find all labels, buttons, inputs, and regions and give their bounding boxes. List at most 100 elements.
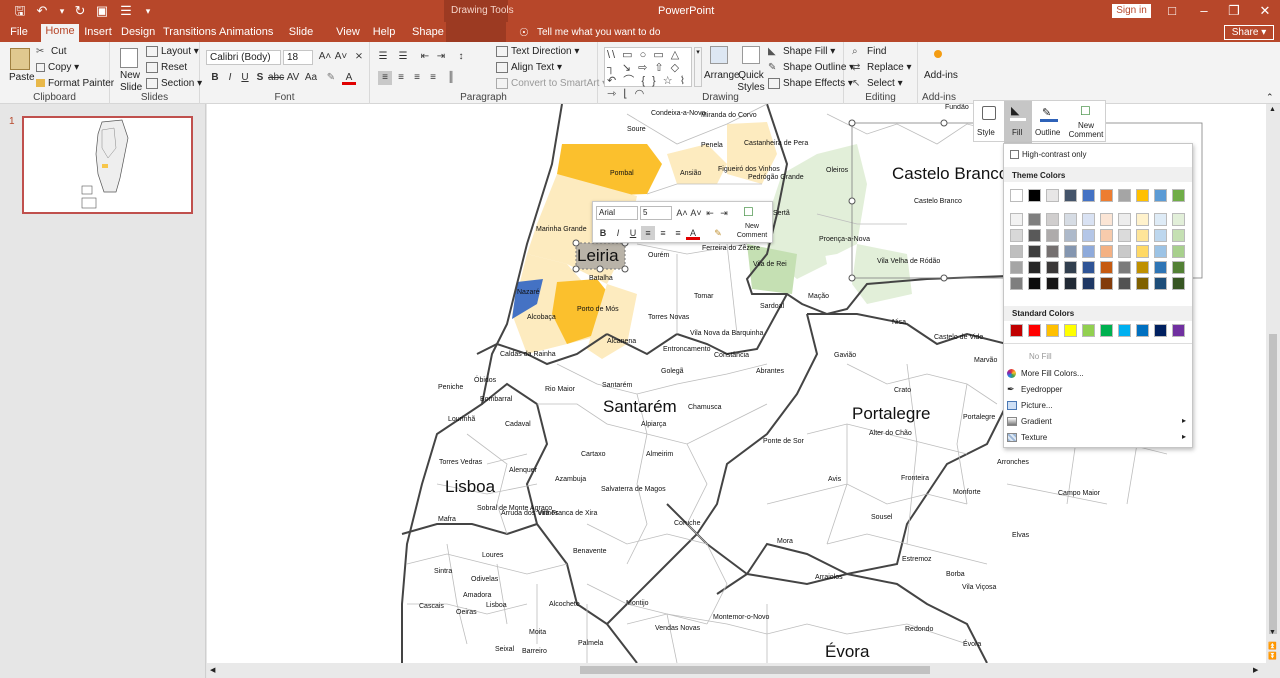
theme-color-swatch[interactable] bbox=[1100, 189, 1113, 202]
strikethrough-icon[interactable]: abc bbox=[268, 71, 284, 85]
increase-indent-icon[interactable]: ⇥ bbox=[434, 50, 448, 64]
theme-color-swatch[interactable] bbox=[1118, 189, 1131, 202]
tab-shape-format[interactable] bbox=[446, 22, 506, 42]
line-spacing-icon[interactable]: ↕ bbox=[454, 50, 468, 64]
shadow-icon[interactable]: S bbox=[253, 71, 267, 85]
theme-shade-swatch[interactable] bbox=[1082, 229, 1095, 242]
more-fill-colors-item[interactable]: More Fill Colors... bbox=[1004, 366, 1192, 381]
mini-align-center-icon[interactable]: ≡ bbox=[656, 226, 670, 240]
mini-bold-icon[interactable]: B bbox=[596, 226, 610, 240]
cut-button[interactable]: ✂ Cut bbox=[36, 46, 67, 58]
tab-file[interactable]: File bbox=[6, 25, 32, 42]
theme-shade-swatch[interactable] bbox=[1028, 213, 1041, 226]
redo-icon[interactable]: ↻ bbox=[72, 3, 88, 19]
font-size-combo[interactable]: 18 bbox=[283, 50, 313, 65]
tab-slide-show[interactable]: Slide Show bbox=[277, 25, 325, 53]
theme-shade-swatch[interactable] bbox=[1064, 229, 1077, 242]
bold-icon[interactable]: B bbox=[208, 71, 222, 85]
theme-shade-swatch[interactable] bbox=[1172, 277, 1185, 290]
share-button[interactable]: Share ▾ bbox=[1224, 25, 1274, 40]
undo-icon[interactable]: ↶ bbox=[34, 3, 50, 19]
standard-color-swatch[interactable] bbox=[1046, 324, 1059, 337]
outline-button[interactable]: ✎ Outline bbox=[1034, 101, 1064, 143]
tab-view[interactable]: Help bbox=[371, 25, 397, 42]
theme-shade-swatch[interactable] bbox=[1100, 277, 1113, 290]
theme-shade-swatch[interactable] bbox=[1136, 277, 1149, 290]
mini-new-comment-button[interactable]: New Comment bbox=[733, 222, 771, 240]
theme-color-swatch[interactable] bbox=[1154, 189, 1167, 202]
restore-icon[interactable]: ❐ bbox=[1226, 3, 1242, 19]
theme-shade-swatch[interactable] bbox=[1064, 245, 1077, 258]
theme-shade-swatch[interactable] bbox=[1082, 245, 1095, 258]
align-center-icon[interactable]: ≡ bbox=[394, 71, 408, 85]
shape-outline-button[interactable]: ✎ Shape Outline ▾ bbox=[768, 62, 854, 74]
align-right-icon[interactable]: ≡ bbox=[410, 71, 424, 85]
layout-button[interactable]: Layout ▾ bbox=[146, 46, 199, 58]
save-icon[interactable]: 🖫 bbox=[12, 3, 28, 19]
mini-underline-icon[interactable]: U bbox=[626, 226, 640, 240]
theme-shade-swatch[interactable] bbox=[1046, 277, 1059, 290]
theme-shade-swatch[interactable] bbox=[1154, 277, 1167, 290]
tab-help[interactable]: Shape Format bbox=[412, 25, 447, 53]
theme-shade-swatch[interactable] bbox=[1100, 229, 1113, 242]
theme-shade-swatch[interactable] bbox=[1154, 213, 1167, 226]
theme-shade-swatch[interactable] bbox=[1118, 245, 1131, 258]
shrink-font-icon[interactable]: A˅ bbox=[334, 50, 348, 64]
theme-shade-swatch[interactable] bbox=[1046, 261, 1059, 274]
theme-shade-swatch[interactable] bbox=[1154, 245, 1167, 258]
undo-dropdown-icon[interactable]: ▾ bbox=[54, 3, 70, 19]
theme-shade-swatch[interactable] bbox=[1100, 245, 1113, 258]
theme-shade-swatch[interactable] bbox=[1154, 229, 1167, 242]
theme-shade-swatch[interactable] bbox=[1046, 245, 1059, 258]
theme-shade-swatch[interactable] bbox=[1064, 277, 1077, 290]
align-text-button[interactable]: Align Text ▾ bbox=[496, 62, 562, 74]
customize-qat-icon[interactable]: ▾ bbox=[140, 3, 156, 19]
theme-shade-swatch[interactable] bbox=[1136, 229, 1149, 242]
no-fill-item[interactable]: No Fill bbox=[1004, 349, 1192, 364]
reset-button[interactable]: Reset bbox=[146, 62, 187, 74]
arrange-button[interactable]: Arrange bbox=[704, 70, 740, 82]
close-icon[interactable]: ✕ bbox=[1257, 3, 1273, 19]
previous-slide-icon[interactable]: ⏫ bbox=[1268, 642, 1277, 650]
style-button[interactable]: Style bbox=[974, 101, 1004, 143]
tab-home[interactable]: Home bbox=[41, 24, 79, 42]
standard-color-swatch[interactable] bbox=[1172, 324, 1185, 337]
addins-button[interactable]: Add-ins bbox=[924, 70, 958, 82]
scroll-up-icon[interactable]: ▲ bbox=[1269, 106, 1276, 113]
theme-shade-swatch[interactable] bbox=[1136, 245, 1149, 258]
district-label-selected[interactable]: Leiria bbox=[577, 246, 619, 266]
touch-mode-icon[interactable]: ☰ bbox=[118, 3, 134, 19]
shape-fill-button[interactable]: ◣ Shape Fill ▾ bbox=[768, 46, 835, 58]
theme-shade-swatch[interactable] bbox=[1028, 229, 1041, 242]
tab-transitions[interactable]: Transitions bbox=[163, 25, 216, 42]
align-left-icon[interactable]: ≡ bbox=[378, 71, 392, 85]
theme-color-swatch[interactable] bbox=[1028, 189, 1041, 202]
gradient-item[interactable]: Gradient ▸ bbox=[1004, 414, 1192, 429]
present-icon[interactable]: ▣ bbox=[94, 3, 110, 19]
theme-shade-swatch[interactable] bbox=[1010, 261, 1023, 274]
theme-shade-swatch[interactable] bbox=[1064, 261, 1077, 274]
grow-font-icon[interactable]: A˄ bbox=[318, 50, 332, 64]
find-button[interactable]: ⌕ Find bbox=[852, 46, 886, 58]
theme-color-swatch[interactable] bbox=[1082, 189, 1095, 202]
theme-color-swatch[interactable] bbox=[1172, 189, 1185, 202]
theme-color-swatch[interactable] bbox=[1046, 189, 1059, 202]
columns-icon[interactable]: ║ bbox=[444, 71, 458, 85]
standard-color-swatch[interactable] bbox=[1118, 324, 1131, 337]
justify-icon[interactable]: ≡ bbox=[426, 71, 440, 85]
scroll-left-icon[interactable]: ◀ bbox=[210, 666, 215, 674]
minimize-icon[interactable]: – bbox=[1196, 3, 1212, 19]
highlight-icon[interactable]: ✎ bbox=[324, 71, 338, 85]
standard-color-swatch[interactable] bbox=[1010, 324, 1023, 337]
standard-color-swatch[interactable] bbox=[1082, 324, 1095, 337]
mini-italic-icon[interactable]: I bbox=[611, 226, 625, 240]
theme-color-swatch[interactable] bbox=[1064, 189, 1077, 202]
theme-shade-swatch[interactable] bbox=[1046, 229, 1059, 242]
quick-styles-button[interactable]: Quick Styles bbox=[737, 70, 765, 94]
clear-format-icon[interactable]: ⨯ bbox=[352, 50, 366, 64]
sign-in-button[interactable]: Sign in bbox=[1112, 4, 1151, 18]
theme-shade-swatch[interactable] bbox=[1010, 277, 1023, 290]
standard-color-swatch[interactable] bbox=[1136, 324, 1149, 337]
convert-smartart-button[interactable]: Convert to SmartArt ▾ bbox=[496, 78, 607, 90]
mini-size-combo[interactable]: 5 bbox=[640, 206, 672, 220]
